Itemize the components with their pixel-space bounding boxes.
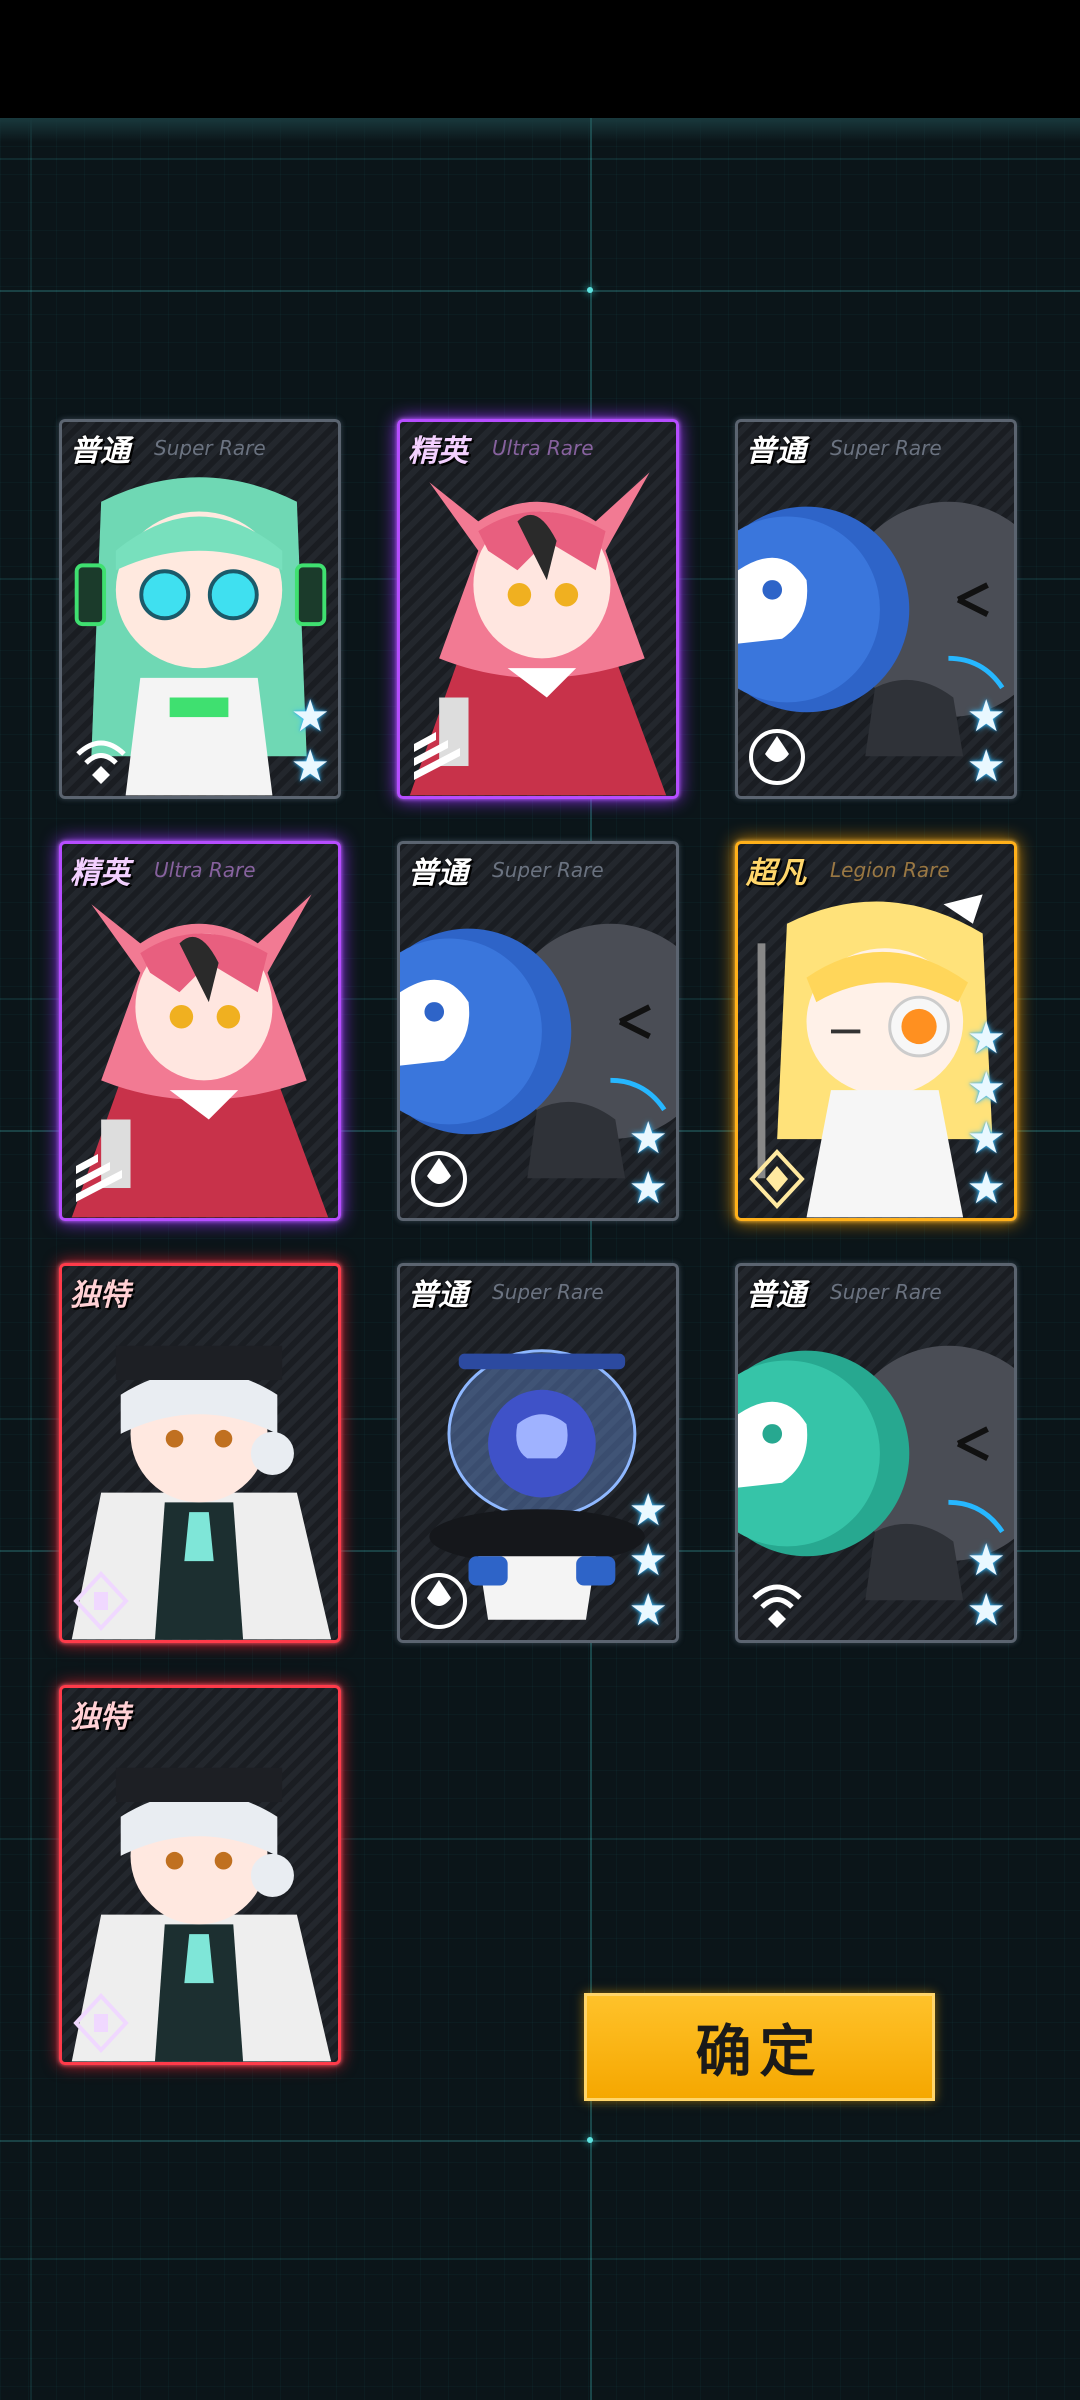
star-icon: ★ xyxy=(966,1013,1006,1064)
star-icon: ★ xyxy=(966,1163,1006,1214)
star-icon: ★ xyxy=(966,1535,1006,1586)
rarity-english-label: Super Rare xyxy=(492,858,604,882)
character-card[interactable]: 普通 Super Rare ★ ★ xyxy=(397,841,679,1221)
character-card[interactable]: 普通 Super Rare ★ ★ xyxy=(735,419,1017,799)
drop-icon xyxy=(749,729,805,785)
star-icon: ★ xyxy=(628,1535,668,1586)
character-card[interactable]: 精英 Ultra Rare xyxy=(397,419,679,799)
character-card[interactable]: 独特 xyxy=(59,1685,341,2065)
star-rating: ★ ★ xyxy=(629,1116,668,1212)
star-icon: ★ xyxy=(966,1585,1006,1636)
star-icon: ★ xyxy=(966,741,1006,792)
top-edge-glow xyxy=(0,118,1080,142)
cross-diamond-icon xyxy=(73,1571,129,1631)
signal-icon xyxy=(752,1584,802,1628)
grid-line xyxy=(0,290,1080,292)
rarity-label: 普通 xyxy=(408,856,468,891)
stripes-icon xyxy=(414,732,460,780)
rarity-label: 普通 xyxy=(746,434,806,469)
character-card[interactable]: 精英 Ultra Rare xyxy=(59,841,341,1221)
star-icon: ★ xyxy=(966,691,1006,742)
rarity-english-label: Ultra Rare xyxy=(154,858,256,882)
star-rating: ★ ★ ★ ★ xyxy=(967,1016,1006,1212)
character-card[interactable]: 超凡 Legion Rare ★ ★ ★ ★ xyxy=(735,841,1017,1221)
character-card[interactable]: 普通 Super Rare ★ ★ xyxy=(59,419,341,799)
stripes-icon xyxy=(76,1154,122,1202)
confirm-button[interactable]: 确定 xyxy=(584,1993,935,2101)
grid-node xyxy=(587,2137,593,2143)
rarity-english-label: Super Rare xyxy=(492,1280,604,1304)
rarity-label: 独特 xyxy=(70,1700,130,1735)
rarity-label: 独特 xyxy=(70,1278,130,1313)
signal-icon xyxy=(76,740,126,784)
character-card[interactable]: 独特 xyxy=(59,1263,341,1643)
star-icon: ★ xyxy=(628,1113,668,1164)
star-rating: ★ ★ ★ xyxy=(629,1488,668,1634)
character-card[interactable]: 普通 Super Rare ★ ★ ★ xyxy=(397,1263,679,1643)
star-icon: ★ xyxy=(628,1585,668,1636)
star-rating: ★ ★ xyxy=(967,1538,1006,1634)
rarity-label: 超凡 xyxy=(746,856,806,891)
character-card[interactable]: 普通 Super Rare ★ ★ xyxy=(735,1263,1017,1643)
rarity-label: 普通 xyxy=(70,434,130,469)
rarity-label: 普通 xyxy=(746,1278,806,1313)
star-icon: ★ xyxy=(290,741,330,792)
rarity-english-label: Super Rare xyxy=(830,1280,942,1304)
star-icon: ★ xyxy=(966,1113,1006,1164)
confirm-button-label: 确定 xyxy=(695,2019,824,2085)
diamond-icon xyxy=(749,1149,805,1209)
rarity-english-label: Super Rare xyxy=(830,436,942,460)
drop-icon xyxy=(411,1573,467,1629)
star-rating: ★ ★ xyxy=(967,694,1006,790)
rarity-english-label: Ultra Rare xyxy=(492,436,594,460)
drop-icon xyxy=(411,1151,467,1207)
rarity-label: 精英 xyxy=(408,434,468,469)
star-icon: ★ xyxy=(290,691,330,742)
cross-diamond-icon xyxy=(73,1993,129,2053)
grid-node xyxy=(587,287,593,293)
star-rating: ★ ★ xyxy=(291,694,330,790)
star-icon: ★ xyxy=(966,1063,1006,1114)
star-icon: ★ xyxy=(628,1163,668,1214)
rarity-english-label: Super Rare xyxy=(154,436,266,460)
star-icon: ★ xyxy=(628,1485,668,1536)
rarity-label: 普通 xyxy=(408,1278,468,1313)
rarity-label: 精英 xyxy=(70,856,130,891)
grid-line xyxy=(0,2140,1080,2142)
rarity-english-label: Legion Rare xyxy=(830,858,950,882)
